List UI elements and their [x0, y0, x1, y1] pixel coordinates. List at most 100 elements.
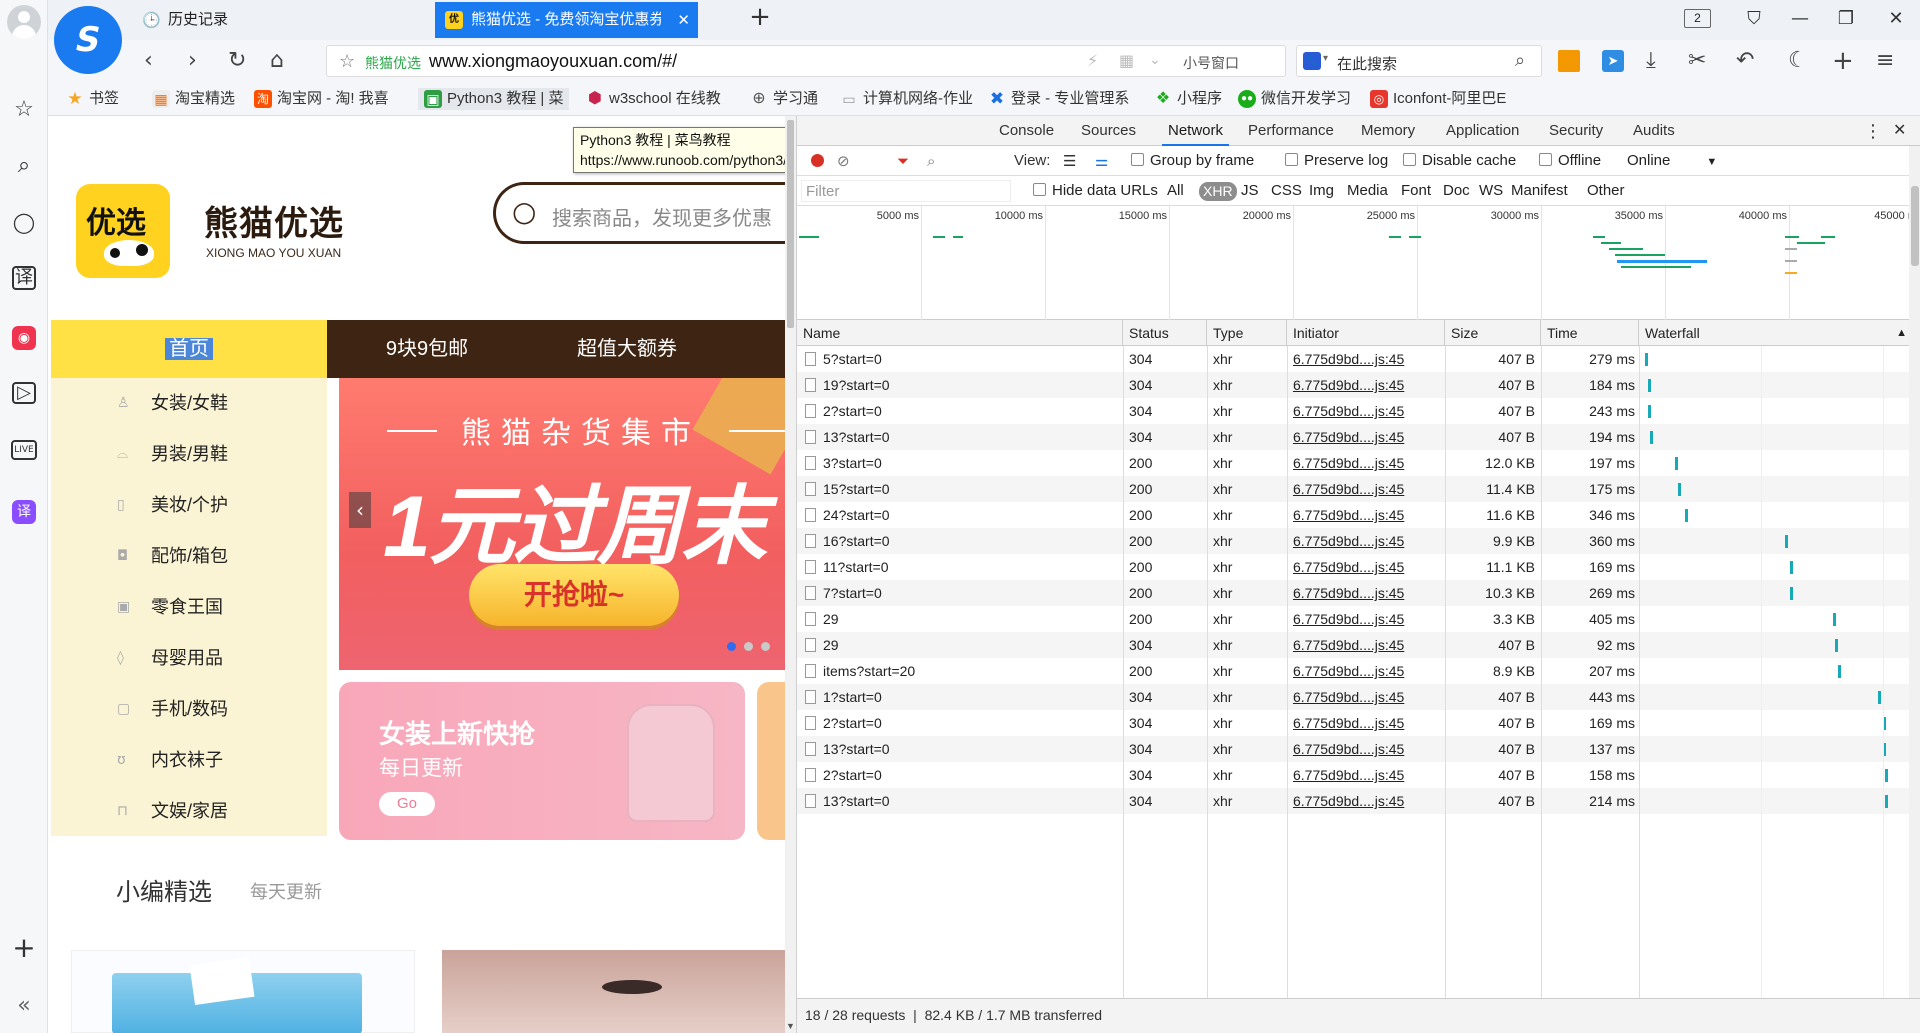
category-item[interactable]: ⊓ 文娱/家居 [51, 786, 327, 837]
bookmark-item[interactable]: ⬢ w3school 在线教 [586, 90, 721, 108]
cell-initiator[interactable]: 6.775d9bd....js:45 [1293, 476, 1441, 502]
banner-carousel[interactable]: 熊猫杂货集市 1元过周末 开抢啦~ ‹ [339, 378, 785, 670]
promo-go-button[interactable]: Go [379, 792, 435, 816]
back-icon[interactable]: ‹ [144, 50, 153, 72]
record-icon[interactable] [811, 154, 824, 167]
tab-performance[interactable]: Performance [1248, 116, 1334, 146]
offline-checkbox[interactable]: Offline [1539, 146, 1601, 176]
night-mode-icon[interactable]: ☾ [1788, 50, 1808, 72]
avatar[interactable] [7, 5, 41, 39]
page-scrollbar[interactable]: ▼ [785, 116, 796, 1033]
filter-other[interactable]: Other [1587, 176, 1625, 206]
tab-sources[interactable]: Sources [1081, 116, 1136, 146]
request-row[interactable]: 13?start=0 304 xhr 6.775d9bd....js:45 407 B 2… [797, 788, 1920, 814]
devtools-scrollbar[interactable] [1909, 146, 1920, 998]
tab-counter[interactable]: 2 [1684, 9, 1711, 28]
home-icon[interactable]: ⌂ [270, 50, 284, 72]
menu-9yuan[interactable]: 9块9包邮 [327, 320, 527, 378]
promo-card[interactable]: 女装上新快抢 每日更新 Go [339, 682, 745, 840]
bookmark-item[interactable]: ❖ 小程序 [1154, 90, 1222, 108]
forward-icon[interactable]: › [188, 50, 197, 72]
carousel-dot[interactable] [761, 642, 770, 651]
scissors-icon[interactable]: ✂ [1688, 50, 1706, 72]
banner-button[interactable]: 开抢啦~ [469, 564, 679, 626]
cell-initiator[interactable]: 6.775d9bd....js:45 [1293, 710, 1441, 736]
tab-network[interactable]: Network [1162, 116, 1230, 146]
cell-initiator[interactable]: 6.775d9bd....js:45 [1293, 346, 1441, 372]
category-item[interactable]: ◘ 配饰/箱包 [51, 531, 327, 582]
cell-initiator[interactable]: 6.775d9bd....js:45 [1293, 606, 1441, 632]
request-row[interactable]: 24?start=0 200 xhr 6.775d9bd....js:45 11.6 K… [797, 502, 1920, 528]
cell-initiator[interactable]: 6.775d9bd....js:45 [1293, 528, 1441, 554]
small-window-button[interactable]: 小号窗口 [1183, 53, 1239, 73]
cell-initiator[interactable]: 6.775d9bd....js:45 [1293, 632, 1441, 658]
col-size[interactable]: Size [1445, 320, 1541, 346]
bookmark-item[interactable]: ●● 微信开发学习 [1238, 90, 1351, 108]
tab-history[interactable]: 🕒 历史记录 [132, 2, 432, 38]
filter-all[interactable]: All [1167, 176, 1184, 206]
carousel-dot[interactable] [744, 642, 753, 651]
bookmark-item[interactable]: ✖ 登录 - 专业管理系 [988, 90, 1129, 108]
cell-initiator[interactable]: 6.775d9bd....js:45 [1293, 450, 1441, 476]
cell-initiator[interactable]: 6.775d9bd....js:45 [1293, 762, 1441, 788]
bookmark-item[interactable]: ★ 书签 [66, 90, 119, 108]
cell-initiator[interactable]: 6.775d9bd....js:45 [1293, 788, 1441, 814]
tab-console[interactable]: Console [999, 116, 1054, 146]
filter-ws[interactable]: WS [1479, 176, 1503, 206]
extension-orange-icon[interactable] [1558, 50, 1580, 72]
request-row[interactable]: 5?start=0 304 xhr 6.775d9bd....js:45 407 B 27… [797, 346, 1920, 372]
translate-app-icon[interactable]: 译 [12, 500, 36, 524]
request-row[interactable]: 13?start=0 304 xhr 6.775d9bd....js:45 407 B 1… [797, 424, 1920, 450]
qr-icon[interactable]: ▦ [1119, 51, 1134, 71]
promo-card-partial[interactable] [757, 682, 785, 840]
tab-memory[interactable]: Memory [1361, 116, 1415, 146]
col-name[interactable]: Name [797, 320, 1123, 346]
overview-icon[interactable]: ⚌ [1095, 146, 1108, 176]
bookmark-item[interactable]: ▦ 淘宝精选 [152, 90, 235, 108]
window-close-icon[interactable]: ✕ [1884, 8, 1908, 30]
request-row[interactable]: 29 304 xhr 6.775d9bd....js:45 407 B 92 ms [797, 632, 1920, 658]
filter-font[interactable]: Font [1401, 176, 1431, 206]
video-icon[interactable]: ▷ [12, 382, 36, 404]
filter-media[interactable]: Media [1347, 176, 1388, 206]
translate-icon[interactable]: 译 [12, 266, 36, 290]
disable-cache-checkbox[interactable]: Disable cache [1403, 146, 1516, 176]
chat-icon[interactable]: ◯ [10, 208, 38, 236]
reload-icon[interactable]: ↻ [228, 50, 246, 72]
url-text[interactable]: www.xiongmaoyouxuan.com/#/ [429, 51, 677, 72]
bookmark-star-icon[interactable]: ☆ [339, 51, 355, 72]
cell-initiator[interactable]: 6.775d9bd....js:45 [1293, 398, 1441, 424]
add-icon[interactable]: + [10, 934, 38, 962]
cell-initiator[interactable]: 6.775d9bd....js:45 [1293, 424, 1441, 450]
tab-audits[interactable]: Audits [1633, 116, 1675, 146]
filter-doc[interactable]: Doc [1443, 176, 1470, 206]
throttling-select[interactable]: Online ▼ [1627, 146, 1717, 177]
request-row[interactable]: 13?start=0 304 xhr 6.775d9bd....js:45 407 B 1… [797, 736, 1920, 762]
col-waterfall[interactable]: Waterfall ▲ [1639, 320, 1920, 346]
col-type[interactable]: Type [1207, 320, 1287, 346]
cell-initiator[interactable]: 6.775d9bd....js:45 [1293, 554, 1441, 580]
request-row[interactable]: 29 200 xhr 6.775d9bd....js:45 3.3 KB 405 ms [797, 606, 1920, 632]
category-item[interactable]: ▢ 手机/数码 [51, 684, 327, 735]
search-icon[interactable]: ⌕ [10, 152, 38, 180]
collapse-icon[interactable]: « [10, 992, 38, 1020]
request-row[interactable]: 1?start=0 304 xhr 6.775d9bd....js:45 407 B 44… [797, 684, 1920, 710]
bookmark-item[interactable]: 淘淘宝网 - 淘! 我喜 [254, 90, 389, 108]
cell-initiator[interactable]: 6.775d9bd....js:45 [1293, 684, 1441, 710]
col-initiator[interactable]: Initiator [1287, 320, 1445, 346]
cell-initiator[interactable]: 6.775d9bd....js:45 [1293, 502, 1441, 528]
download-icon[interactable]: ⤓ [1646, 50, 1656, 72]
dropdown-icon[interactable]: ⌄ [1149, 51, 1161, 68]
category-item[interactable]: ▣ 零食王国 [51, 582, 327, 633]
tab-application[interactable]: Application [1446, 116, 1519, 146]
extension-telegram-icon[interactable]: ➤ [1602, 50, 1624, 72]
minimize-icon[interactable]: — [1788, 8, 1812, 30]
cell-initiator[interactable]: 6.775d9bd....js:45 [1293, 372, 1441, 398]
filter-css[interactable]: CSS [1271, 176, 1302, 206]
request-row[interactable]: 2?start=0 304 xhr 6.775d9bd....js:45 407 B 15… [797, 762, 1920, 788]
category-item[interactable]: ◊ 母婴用品 [51, 633, 327, 684]
add-extension-icon[interactable]: + [1832, 48, 1854, 74]
cell-initiator[interactable]: 6.775d9bd....js:45 [1293, 580, 1441, 606]
col-time[interactable]: Time [1541, 320, 1639, 346]
undo-icon[interactable]: ↶ [1736, 50, 1754, 72]
